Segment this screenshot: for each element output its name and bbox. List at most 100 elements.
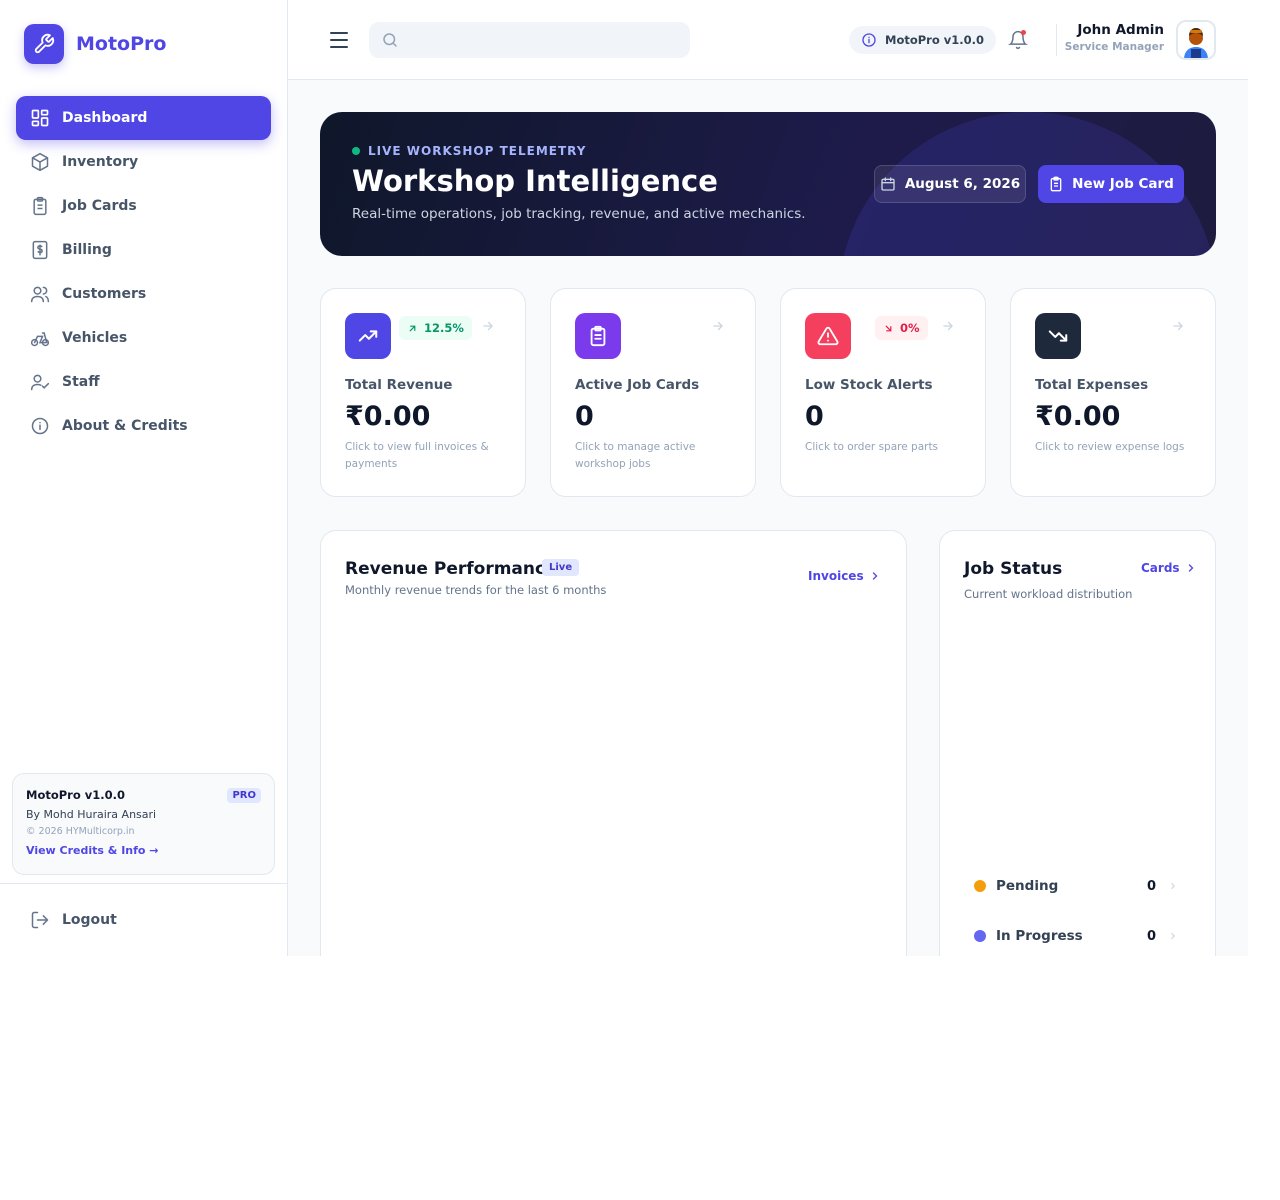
user-info[interactable]: John Admin Service Manager [1065,22,1164,53]
revenue-chart-area [345,621,884,956]
topbar-divider [1056,24,1057,56]
sidebar-item-about-credits[interactable]: About & Credits [16,404,271,448]
status-dot [974,880,986,892]
dollar-receipt-icon [30,240,50,260]
job-status-panel: Job Status Current workload distribution… [939,530,1216,956]
sidebar-item-label: Customers [62,286,147,302]
invoices-link-label: Invoices [808,569,864,583]
info-icon [30,416,50,436]
trend-badge: 12.5% [399,316,472,340]
info-icon [861,32,877,48]
sidebar-item-staff[interactable]: Staff [16,360,271,404]
stat-value: ₹0.00 [1035,401,1121,432]
status-label: Pending [996,878,1059,894]
main-content: LIVE WORKSHOP TELEMETRY Workshop Intelli… [288,80,1248,956]
live-dot [352,147,360,155]
panel-subtitle: Current workload distribution [964,587,1133,601]
arrow-right-icon [711,319,725,333]
new-job-card-button[interactable]: New Job Card [1038,165,1184,203]
stat-description: Click to view full invoices & payments [345,441,489,470]
sidebar-item-label: Vehicles [62,330,128,346]
invoices-link[interactable]: Invoices [808,569,881,583]
user-check-icon [30,372,50,392]
sidebar-item-job-cards[interactable]: Job Cards [16,184,271,228]
hero-title: Workshop Intelligence [352,164,718,198]
stat-label: Total Expenses [1035,377,1149,393]
sidebar-item-customers[interactable]: Customers [16,272,271,316]
search-icon [383,33,397,47]
search-bar[interactable] [369,22,690,58]
trend-value: 12.5% [424,321,464,335]
sidebar-item-vehicles[interactable]: Vehicles [16,316,271,360]
sidebar-item-label: Billing [62,242,112,258]
brand-name: MotoPro [76,33,167,55]
stat-value: 0 [575,401,594,432]
sidebar-item-billing[interactable]: Billing [16,228,271,272]
sidebar-item-label: Job Cards [62,198,137,214]
stat-label: Active Job Cards [575,377,700,393]
version-pill[interactable]: MotoPro v1.0.0 [849,26,996,54]
arrow-up-right-icon [407,323,418,334]
logout-section: Logout [0,883,287,929]
arrow-right-icon [1171,319,1185,333]
clipboard-list-icon [575,313,621,359]
stat-card-low-stock-alerts[interactable]: 0% Low Stock Alerts 0 Click to order spa… [780,288,986,497]
arrow-right-icon [941,319,955,333]
status-label: In Progress [996,928,1083,944]
sidebar-item-label: About & Credits [62,418,188,434]
stat-description: Click to order spare parts [805,441,939,453]
sidebar: MotoPro Dashboard Inventory Job Cards Bi… [0,0,288,956]
hero-banner: LIVE WORKSHOP TELEMETRY Workshop Intelli… [320,112,1216,256]
stat-value: 0 [805,401,824,432]
view-credits-link[interactable]: View Credits & Info → [26,844,261,857]
date-button[interactable]: August 6, 2026 [874,165,1026,203]
menu-toggle-button[interactable] [328,30,350,54]
alert-triangle-icon [805,313,851,359]
credits-title: MotoPro v1.0.0 [26,788,125,802]
cards-link-label: Cards [1141,561,1180,575]
sidebar-item-label: Dashboard [62,110,148,126]
package-icon [30,152,50,172]
status-row-in-progress[interactable]: In Progress 0 [974,926,1178,946]
panel-subtitle: Monthly revenue trends for the last 6 mo… [345,583,607,597]
hero-tag-label: LIVE WORKSHOP TELEMETRY [368,144,587,158]
credits-author: By Mohd Huraira Ansari [26,808,157,821]
logout-button[interactable]: Logout [30,910,117,930]
app-window: MotoPro Dashboard Inventory Job Cards Bi… [0,0,1248,956]
brand[interactable]: MotoPro [24,24,166,64]
stat-card-active-job-cards[interactable]: Active Job Cards 0 Click to manage activ… [550,288,756,497]
clipboard-icon [1048,176,1064,192]
logout-label: Logout [62,912,117,928]
stat-value: ₹0.00 [345,401,431,432]
sidebar-item-inventory[interactable]: Inventory [16,140,271,184]
panel-title: Revenue Performance [345,559,557,579]
panel-title: Job Status [964,559,1063,579]
dashboard-grid-icon [30,108,50,128]
trend-value: 0% [900,321,920,335]
hero-subtitle: Real-time operations, job tracking, reve… [352,206,806,222]
sidebar-item-label: Staff [62,374,100,390]
stat-description: Click to review expense logs [1035,441,1185,453]
topbar: MotoPro v1.0.0 John Admin Service Manage… [288,0,1248,80]
stat-card-total-expenses[interactable]: Total Expenses ₹0.00 Click to review exp… [1010,288,1216,497]
cards-link[interactable]: Cards [1141,561,1197,575]
chevron-right-icon [1185,562,1197,574]
trending-up-icon [345,313,391,359]
trending-down-icon [1035,313,1081,359]
users-icon [30,284,50,304]
live-badge: Live [542,559,580,576]
stat-description: Click to manage active workshop jobs [575,441,696,470]
status-row-pending[interactable]: Pending 0 [974,876,1178,896]
job-status-chart-area [964,621,1193,851]
notification-dot [1021,30,1026,35]
stat-card-total-revenue[interactable]: 12.5% Total Revenue ₹0.00 Click to view … [320,288,526,497]
notifications-button[interactable] [1008,29,1028,55]
trend-badge: 0% [875,316,928,340]
chevron-right-icon [1168,881,1178,891]
new-job-card-label: New Job Card [1072,176,1174,192]
sidebar-item-dashboard[interactable]: Dashboard [16,96,271,140]
avatar[interactable] [1176,20,1216,60]
search-input[interactable] [407,32,677,48]
credits-copyright: © 2026 HYMulticorp.in [26,826,135,837]
sidebar-nav: Dashboard Inventory Job Cards Billing Cu… [16,96,271,448]
